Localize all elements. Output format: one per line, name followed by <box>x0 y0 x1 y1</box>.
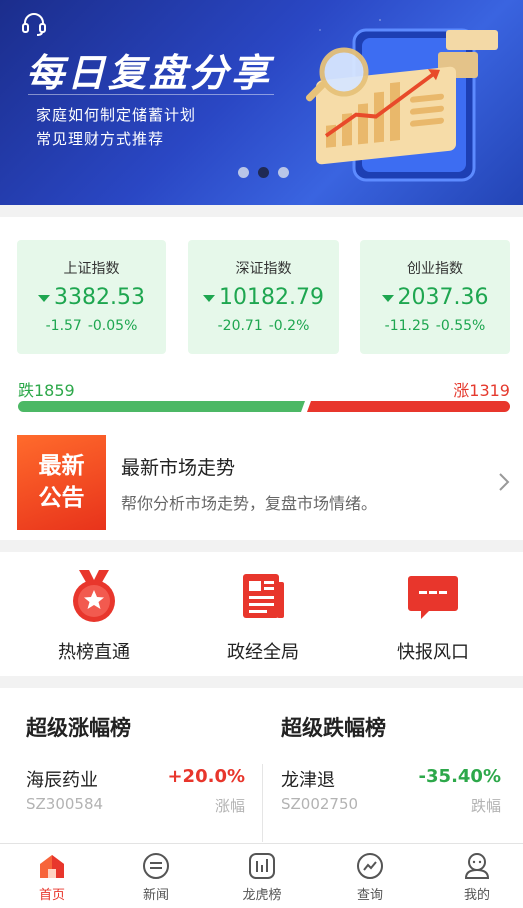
medal-icon <box>73 570 115 622</box>
index-change: -1.57 -0.05% <box>45 318 138 334</box>
quick-link-flash-news[interactable]: 快报风口 <box>373 568 493 664</box>
nav-label: 首页 <box>38 888 65 903</box>
bottom-nav: 首页 新闻 龙虎榜 查询 我的 <box>0 843 523 908</box>
profile-icon <box>464 853 490 879</box>
nav-label: 查询 <box>356 888 383 903</box>
index-price: 2037.36 <box>360 285 510 310</box>
index-name: 创业指数 <box>407 261 463 277</box>
quick-link-hot-list[interactable]: 热榜直通 <box>34 568 154 664</box>
down-arrow-icon <box>38 294 50 302</box>
index-card-chinext[interactable]: 创业指数 2037.36 -11.25 -0.55% <box>360 240 510 354</box>
chart-tablet-illustration <box>305 28 498 182</box>
nav-profile[interactable]: 我的 <box>425 852 523 903</box>
newspaper-icon <box>243 574 284 618</box>
banner-divider <box>28 94 274 95</box>
quick-link-label: 快报风口 <box>397 642 469 663</box>
nav-label: 龙虎榜 <box>242 888 282 903</box>
news-icon <box>143 853 169 879</box>
market-overview: 上证指数 3382.53 -1.57 -0.05% 深证指数 10182.79 -… <box>0 217 523 540</box>
nav-label: 我的 <box>463 888 490 903</box>
rise-bar <box>307 401 510 412</box>
quick-links: 热榜直通 政经全局 快报风口 <box>0 552 523 676</box>
quick-link-label: 热榜直通 <box>58 642 130 663</box>
loser-tag: 跌幅 <box>470 797 501 815</box>
down-arrow-icon <box>203 294 215 302</box>
index-card-shanghai[interactable]: 上证指数 3382.53 -1.57 -0.05% <box>17 240 166 354</box>
down-arrow-icon <box>381 294 394 302</box>
banner-subtitle-2: 常见理财方式推荐 <box>36 130 165 148</box>
pagination-dot[interactable] <box>278 167 289 178</box>
quick-link-label: 政经全局 <box>227 642 299 663</box>
promo-banner[interactable]: 每日复盘分享 家庭如何制定储蓄计划 常见理财方式推荐 <box>0 0 523 205</box>
quick-link-politics-economy[interactable]: 政经全局 <box>203 568 323 664</box>
nav-query[interactable]: 查询 <box>318 852 422 903</box>
notice-badge: 最新 公告 <box>17 435 106 530</box>
ranking-section: 超级涨幅榜 超级跌幅榜 海辰药业 SZ300584 +20.0% 涨幅 龙津退 … <box>0 688 523 848</box>
chevron-right-icon[interactable] <box>496 472 512 492</box>
ranking-icon <box>249 853 275 879</box>
nav-label: 新闻 <box>142 888 169 903</box>
gainer-tag: 涨幅 <box>214 797 245 815</box>
loser-stock-code: SZ002750 <box>281 795 359 813</box>
top-losers-title: 超级跌幅榜 <box>281 716 386 740</box>
customer-service-icon[interactable] <box>20 10 48 38</box>
breadth-bar <box>18 401 510 412</box>
notice-banner[interactable]: 最新 公告 最新市场走势 帮你分析市场走势，复盘市场情绪。 <box>0 432 523 532</box>
nav-home[interactable]: 首页 <box>0 852 104 903</box>
rise-count: 涨1319 <box>453 381 510 400</box>
rank-divider <box>262 764 263 842</box>
index-change: -11.25 -0.55% <box>384 318 486 334</box>
top-gainers-title: 超级涨幅榜 <box>26 716 131 740</box>
fall-count: 跌1859 <box>18 381 75 400</box>
gainer-stock-code: SZ300584 <box>26 795 104 813</box>
gainer-change: +20.0% <box>167 766 245 787</box>
index-name: 深证指数 <box>235 261 292 277</box>
index-price: 3382.53 <box>17 285 166 310</box>
index-price: 10182.79 <box>188 285 339 310</box>
query-icon <box>357 853 383 879</box>
nav-dragon-tiger[interactable]: 龙虎榜 <box>210 852 314 903</box>
notice-title: 最新市场走势 <box>121 457 236 479</box>
index-change: -20.71 -0.2% <box>217 318 310 334</box>
banner-subtitle-1: 家庭如何制定储蓄计划 <box>36 106 197 124</box>
gainer-stock-name[interactable]: 海辰药业 <box>26 766 98 792</box>
home-icon <box>40 855 64 878</box>
breadth-labels: 跌1859 涨1319 <box>18 377 510 400</box>
loser-change: -35.40% <box>418 766 501 787</box>
message-icon <box>408 576 458 619</box>
pagination-dot[interactable] <box>238 167 249 178</box>
fall-bar <box>18 401 305 412</box>
nav-news[interactable]: 新闻 <box>104 852 208 903</box>
index-card-shenzhen[interactable]: 深证指数 10182.79 -20.71 -0.2% <box>188 240 339 354</box>
app-page: 每日复盘分享 家庭如何制定储蓄计划 常见理财方式推荐 上证指数 3382.53 … <box>0 0 523 908</box>
pagination-dot-active[interactable] <box>258 167 269 178</box>
loser-stock-name[interactable]: 龙津退 <box>281 766 335 792</box>
banner-pagination <box>238 167 289 178</box>
notice-description: 帮你分析市场走势，复盘市场情绪。 <box>121 494 378 513</box>
banner-title: 每日复盘分享 <box>26 51 273 95</box>
index-name: 上证指数 <box>63 261 120 277</box>
